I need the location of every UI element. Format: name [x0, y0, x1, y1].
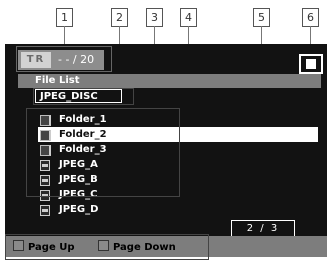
list-item-label: JPEG_D: [59, 204, 99, 215]
callout-3-outline: [26, 108, 180, 197]
list-item[interactable]: JPEG_D: [38, 202, 318, 217]
stop-square-icon: [306, 59, 316, 69]
callout-2-outline: [33, 88, 134, 105]
image-file-icon: [40, 205, 50, 216]
callout-1-outline: [16, 46, 112, 72]
callout-3: 3: [146, 8, 163, 27]
page-counter: 2 / 3: [231, 220, 295, 237]
file-list-title: File List: [35, 75, 80, 86]
callout-6: 6: [302, 8, 319, 27]
callout-1: 1: [56, 8, 73, 27]
callout-5: 5: [253, 8, 270, 27]
mode-icon: [299, 54, 323, 74]
callout-4-outline: [5, 234, 209, 260]
screen-diagram: 1 2 3 4 5 6 TR - - / 20 File List JPEG_D…: [0, 0, 334, 261]
callout-2: 2: [111, 8, 128, 27]
callout-4: 4: [180, 8, 197, 27]
